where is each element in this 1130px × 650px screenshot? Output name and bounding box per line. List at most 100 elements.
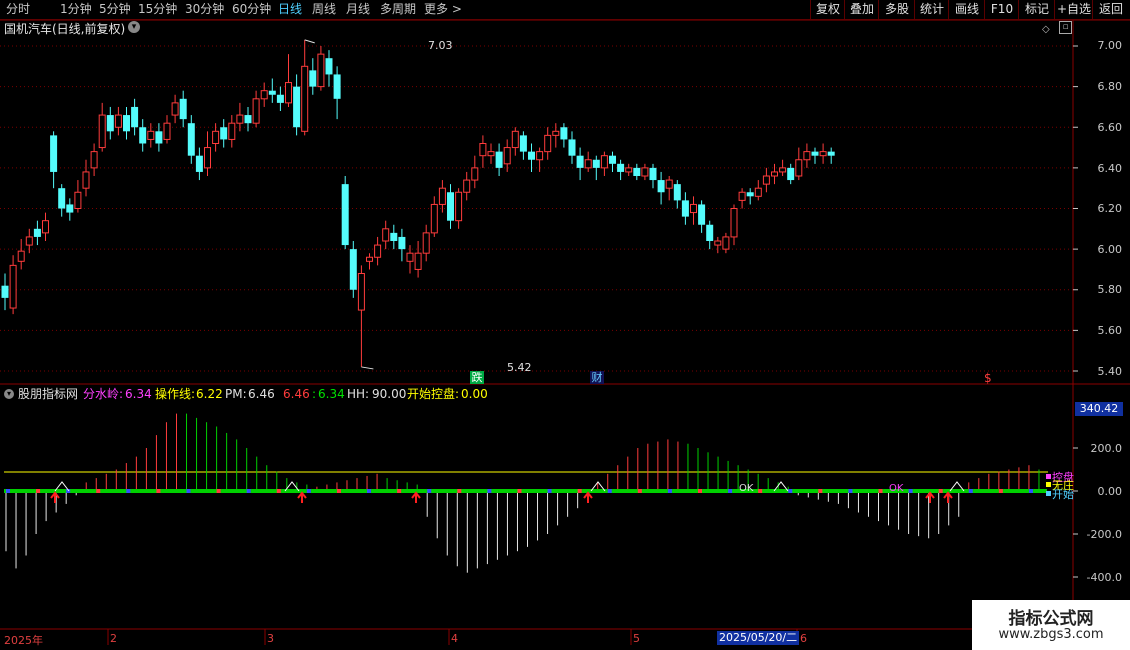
candle-body xyxy=(131,106,139,128)
candle-body xyxy=(673,184,681,201)
kline-chart[interactable] xyxy=(0,0,1130,650)
baseline-dot xyxy=(517,489,522,493)
watermark-title: 指标公式网 xyxy=(1008,609,1094,629)
indicator-value-opline: 6.22 xyxy=(196,387,223,401)
buy-arrow xyxy=(50,491,60,503)
candle-body xyxy=(98,114,106,149)
candle-body xyxy=(698,204,706,225)
baseline-dot xyxy=(697,489,702,493)
low-price-marker: 5.42 xyxy=(507,361,532,374)
candle-body xyxy=(204,147,211,169)
indicator-dropdown-icon[interactable]: ▾ xyxy=(4,389,14,399)
candle-body xyxy=(600,155,608,169)
candle-body xyxy=(544,134,552,153)
baseline-dot xyxy=(216,489,221,493)
candle-body xyxy=(114,114,122,128)
baseline-dot xyxy=(367,489,372,493)
candle-body xyxy=(503,147,511,165)
price-axis-label: 6.00 xyxy=(1097,243,1123,256)
candle-body xyxy=(528,151,535,160)
date-cursor-label: 2025/05/20/二 xyxy=(717,631,800,645)
title-dropdown-icon[interactable]: ▾ xyxy=(128,21,140,33)
candle-body xyxy=(187,123,195,156)
candle-body xyxy=(811,151,819,156)
indicator-label-colon: : xyxy=(312,387,317,401)
candle-body xyxy=(17,250,25,262)
candle-body xyxy=(139,127,147,144)
date-label-month: 2 xyxy=(110,632,117,645)
event-finance-marker[interactable]: 财 xyxy=(590,371,604,384)
candle-body xyxy=(74,191,82,209)
event-fall-marker[interactable]: 跌 xyxy=(470,371,484,384)
candle-body xyxy=(325,58,333,75)
baseline-dot xyxy=(607,489,612,493)
candle-body xyxy=(357,273,365,311)
expand-icon[interactable]: ▫ xyxy=(1059,21,1072,34)
indicator-label-control: 开始控盘: xyxy=(407,387,460,401)
price-axis-label: 6.20 xyxy=(1097,202,1123,215)
high-price-marker: 7.03 xyxy=(428,39,453,52)
candle-body xyxy=(50,135,58,172)
candle-body xyxy=(690,203,697,214)
candle-body xyxy=(123,115,130,132)
candle-body xyxy=(1,285,9,298)
stock-title: 国机汽车(日线,前复权) xyxy=(4,22,126,36)
indicator-axis-label: -200.0 xyxy=(1086,528,1122,541)
indicator-axis-label: 200.0 xyxy=(1090,442,1123,455)
legend-swatch xyxy=(1046,474,1051,479)
candle-body xyxy=(260,90,268,100)
candle-body xyxy=(195,155,203,172)
candle-body xyxy=(82,171,90,189)
diamond-icon[interactable]: ◇ xyxy=(1042,23,1050,37)
candle-body xyxy=(438,187,446,205)
indicator-axis-label: 0.00 xyxy=(1097,485,1123,498)
candle-body xyxy=(827,151,835,156)
indicator-label-hh: HH: xyxy=(347,387,370,401)
candle-body xyxy=(471,167,479,181)
indicator-name[interactable]: 股朋指标网 xyxy=(18,387,78,401)
candle-body xyxy=(414,252,422,270)
baseline-dot xyxy=(667,489,672,493)
candle-body xyxy=(406,252,414,262)
high-leader xyxy=(304,39,315,44)
candle-body xyxy=(236,114,244,124)
candle-body xyxy=(90,151,98,169)
candle-body xyxy=(455,191,463,222)
candle-body xyxy=(301,65,309,132)
candle-body xyxy=(560,127,568,140)
baseline-dot xyxy=(6,489,10,493)
buy-arrow xyxy=(411,491,421,503)
baseline-dot xyxy=(246,489,251,493)
baseline-dot xyxy=(306,489,311,493)
candle-body xyxy=(42,220,49,234)
candle-body xyxy=(447,192,454,221)
candle-body xyxy=(276,94,284,103)
candle-body xyxy=(787,167,795,181)
price-axis-label: 6.60 xyxy=(1097,121,1123,134)
baseline-dot xyxy=(36,489,41,493)
baseline-dot xyxy=(427,489,432,493)
indicator-value-red: 6.46 xyxy=(283,387,310,401)
event-dollar-marker[interactable]: $ xyxy=(984,371,992,385)
buy-arrow xyxy=(943,491,953,503)
baseline-dot xyxy=(336,489,341,493)
baseline-dot xyxy=(908,489,913,493)
watermark: 指标公式网 www.zbgs3.com xyxy=(972,600,1130,650)
baseline-dot xyxy=(878,489,883,493)
candle-body xyxy=(293,86,301,128)
candle-body xyxy=(317,53,325,88)
candle-body xyxy=(106,115,114,132)
candle-body xyxy=(552,130,560,136)
candle-body xyxy=(171,102,179,116)
baseline-dot xyxy=(968,489,973,493)
date-label-month: 5 xyxy=(633,632,640,645)
legend-swatch xyxy=(1046,482,1051,487)
signal-ok-label: OK xyxy=(889,483,904,494)
price-axis-label: 7.00 xyxy=(1097,39,1123,52)
candle-body xyxy=(228,122,236,140)
candle-body xyxy=(422,232,430,254)
candle-body xyxy=(382,228,390,242)
candle-body xyxy=(681,200,689,217)
date-label-month: 6 xyxy=(800,632,807,645)
candle-body xyxy=(58,188,66,209)
